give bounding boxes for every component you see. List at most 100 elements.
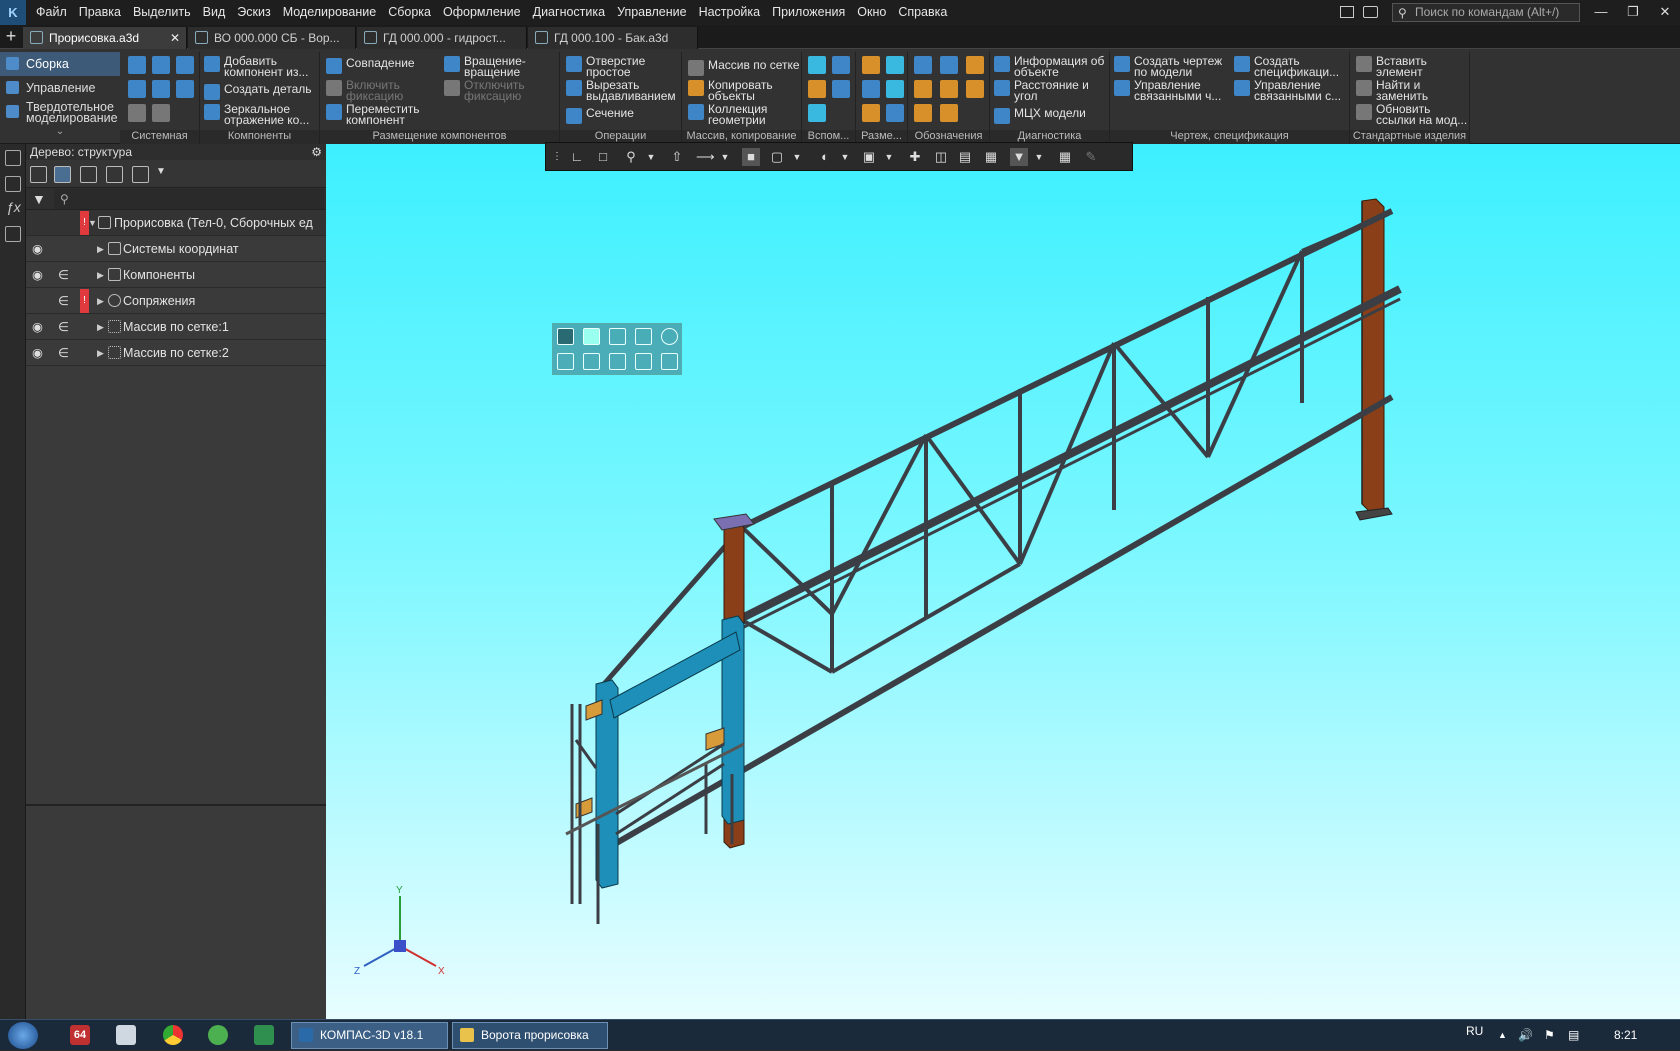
- layers-view-icon[interactable]: ▤: [956, 148, 974, 166]
- camera-icon[interactable]: [1363, 6, 1378, 18]
- tolerance-icon[interactable]: [940, 80, 958, 98]
- options-icon[interactable]: [132, 166, 149, 183]
- expand-arrow-icon[interactable]: ▶: [97, 314, 104, 340]
- filter-icon[interactable]: ▼: [1010, 148, 1028, 166]
- hide-icon[interactable]: ◐: [816, 148, 834, 166]
- tree-row-grid-array-2[interactable]: ◉ ∈ ▶ Массив по сетке:2: [26, 340, 326, 366]
- eye-icon[interactable]: ◉: [32, 340, 48, 366]
- volume-icon[interactable]: 🔊: [1518, 1020, 1533, 1051]
- position-icon[interactable]: [914, 104, 932, 122]
- redo-icon[interactable]: [152, 104, 170, 122]
- marking-icon[interactable]: [966, 80, 984, 98]
- tab-bak[interactable]: ГД 000.100 - Бак.a3d: [528, 27, 698, 49]
- mode-management[interactable]: Управление: [0, 76, 120, 100]
- spreadsheet-icon[interactable]: [254, 1025, 274, 1045]
- notepad-icon[interactable]: [116, 1025, 136, 1045]
- shaded-cube-icon[interactable]: ■: [742, 148, 760, 166]
- settings-view-icon[interactable]: [661, 353, 678, 370]
- expand-arrow-icon[interactable]: ▶: [97, 340, 104, 366]
- close-tab-icon[interactable]: ✕: [170, 27, 180, 49]
- chrome-icon[interactable]: [163, 1025, 183, 1045]
- gear-icon[interactable]: ⚙: [311, 144, 322, 160]
- manage-linked-specs-button[interactable]: Управление связанными с...: [1232, 79, 1348, 102]
- app-64-icon[interactable]: 64: [70, 1025, 90, 1045]
- tree-row-coordinate-systems[interactable]: ◉ ▶ Системы координат: [26, 236, 326, 262]
- update-links-button[interactable]: Обновить ссылки на мод...: [1354, 103, 1468, 126]
- tab-vo[interactable]: ВО 000.000 СБ - Вор...: [188, 27, 356, 49]
- rotate-view-icon[interactable]: ⇧: [668, 148, 686, 166]
- move-component-button[interactable]: Переместить компонент: [324, 103, 434, 126]
- create-part-button[interactable]: Создать деталь: [202, 83, 318, 100]
- preview-icon[interactable]: [152, 80, 170, 98]
- wireframe-cube-icon[interactable]: ▢: [768, 148, 786, 166]
- command-search-input[interactable]: ⚲ Поиск по командам (Alt+/): [1392, 3, 1580, 22]
- filter-icon[interactable]: ▼: [32, 191, 46, 207]
- menu-design[interactable]: Оформление: [437, 0, 527, 25]
- clock[interactable]: 8:21: [1614, 1020, 1637, 1051]
- menu-modeling[interactable]: Моделирование: [277, 0, 383, 25]
- chevron-down-icon[interactable]: ▼: [836, 148, 854, 166]
- mode-solid-modeling[interactable]: Твердотельное моделирование: [0, 100, 120, 126]
- radius-size-icon[interactable]: [862, 80, 880, 98]
- variables-fx-icon[interactable]: ƒx: [6, 199, 21, 215]
- tab-gd[interactable]: ГД 000.000 - гидрост...: [357, 27, 527, 49]
- measure-icon[interactable]: ▦: [1056, 148, 1074, 166]
- menu-help[interactable]: Справка: [892, 0, 953, 25]
- chevron-down-icon[interactable]: ▼: [788, 148, 806, 166]
- pan-icon[interactable]: [609, 353, 626, 370]
- base-icon[interactable]: [940, 56, 958, 74]
- linear-size-icon[interactable]: [862, 56, 880, 74]
- menu-assembly[interactable]: Сборка: [382, 0, 437, 25]
- order-mode-icon[interactable]: [80, 166, 97, 183]
- menu-apps[interactable]: Приложения: [766, 0, 851, 25]
- geometry-collection-button[interactable]: Коллекция геометрии: [686, 103, 800, 126]
- fix-on-button[interactable]: Включить фиксацию: [324, 79, 434, 102]
- tree-search-input[interactable]: ⚲: [54, 189, 324, 209]
- auto-size-icon[interactable]: [862, 104, 880, 122]
- undo-icon[interactable]: [128, 104, 146, 122]
- display-icon[interactable]: ▣: [860, 148, 878, 166]
- chevron-down-icon[interactable]: ▼: [642, 148, 660, 166]
- menu-select[interactable]: Выделить: [127, 0, 197, 25]
- mcx-button[interactable]: МЦХ модели: [992, 107, 1108, 124]
- tab-prorisovka[interactable]: Прорисовка.a3d ✕: [23, 27, 187, 49]
- chevron-down-icon[interactable]: ▼: [1030, 148, 1048, 166]
- menu-window[interactable]: Окно: [851, 0, 892, 25]
- start-button-icon[interactable]: [8, 1022, 38, 1049]
- expand-arrow-icon[interactable]: ▶: [97, 262, 104, 288]
- chevron-down-icon[interactable]: ▼: [156, 166, 166, 177]
- save-view-icon[interactable]: [635, 353, 652, 370]
- orient-icon[interactable]: □: [594, 148, 612, 166]
- include-icon[interactable]: ∈: [58, 314, 70, 340]
- find-replace-button[interactable]: Найти и заменить: [1354, 79, 1468, 102]
- language-indicator[interactable]: RU: [1466, 1020, 1483, 1042]
- flag-icon[interactable]: ⚑: [1544, 1020, 1555, 1051]
- arc-size-icon[interactable]: [886, 104, 904, 122]
- tree-mode-icon[interactable]: [30, 166, 47, 183]
- tree-row-mates[interactable]: ∈ ! ▶ Сопряжения: [26, 288, 326, 314]
- open-file-icon[interactable]: [152, 56, 170, 74]
- offset-plane-icon[interactable]: [808, 80, 826, 98]
- camera-view-icon[interactable]: [557, 353, 574, 370]
- stack-icon[interactable]: ▦: [982, 148, 1000, 166]
- menu-management[interactable]: Управление: [611, 0, 693, 25]
- rotate-button[interactable]: Вращение-вращение: [442, 55, 556, 78]
- snap-icon[interactable]: ✚: [906, 148, 924, 166]
- create-drawing-button[interactable]: Создать чертеж по модели: [1112, 55, 1228, 78]
- collapse-arrow-icon[interactable]: ▼: [88, 210, 97, 236]
- chevron-down-icon[interactable]: ▼: [880, 148, 898, 166]
- pipette-icon[interactable]: ✎: [1082, 148, 1100, 166]
- shaded-edges-icon[interactable]: [557, 328, 574, 345]
- expand-arrow-icon[interactable]: ▶: [97, 236, 104, 262]
- eye-icon[interactable]: ◉: [32, 236, 48, 262]
- task-kompas[interactable]: КОМПАС-3D v18.1: [291, 1022, 448, 1049]
- mode-assembly[interactable]: Сборка: [0, 52, 120, 76]
- simple-hole-button[interactable]: Отверстие простое: [564, 55, 680, 78]
- chevron-down-icon[interactable]: ▼: [716, 148, 734, 166]
- 3d-viewport[interactable]: Y X Z: [326, 144, 1680, 1019]
- menu-sketch[interactable]: Эскиз: [231, 0, 276, 25]
- zoom-icon[interactable]: ⚲: [622, 148, 640, 166]
- properties-icon[interactable]: [5, 176, 21, 192]
- torrent-icon[interactable]: [208, 1025, 228, 1045]
- minimize-button[interactable]: —: [1590, 2, 1612, 22]
